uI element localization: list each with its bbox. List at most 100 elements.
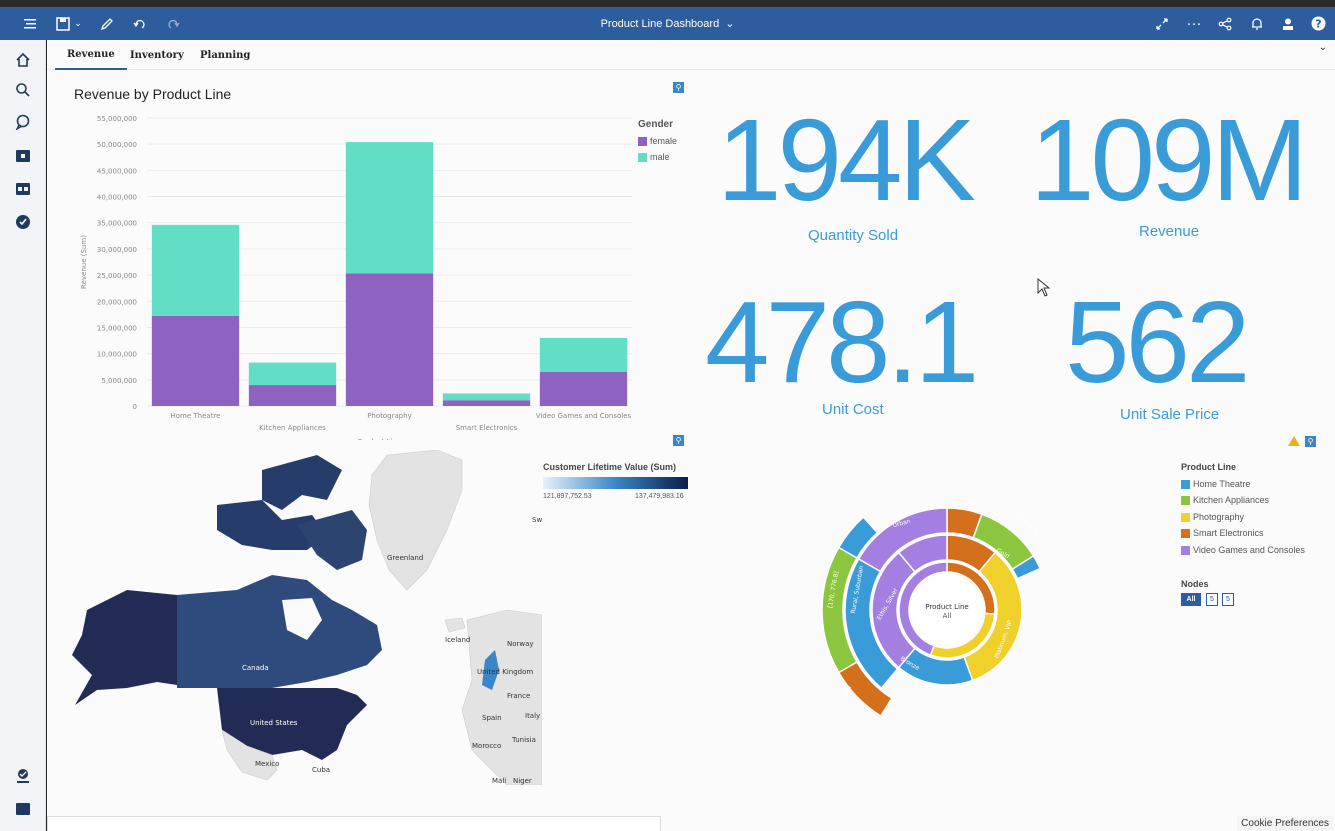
sunburst-svg[interactable]: Product LineAllUrbanGoldPlatinum, VIPBro… [797,492,1097,732]
panel-icon[interactable] [0,794,46,824]
nodes-5b-button[interactable]: 5 [1222,593,1234,606]
map-label-sweden: Sw [532,516,542,524]
y-tick-label: 40,000,000 [97,194,137,202]
pencil-icon[interactable] [97,7,117,40]
bar-male[interactable] [345,142,434,274]
bar-female[interactable] [442,400,531,406]
bell-icon[interactable] [1247,7,1267,40]
share-icon[interactable] [1215,7,1235,40]
expand-icon[interactable] [1152,7,1172,40]
sunburst-label-lt170-top: < 170 [958,500,977,507]
y-tick-label: 10,000,000 [97,351,137,359]
sunburst-center-sub: All [943,612,952,620]
y-tick-label: 50,000,000 [97,141,137,149]
y-tick-label: 5,000,000 [101,377,137,385]
legend-swatch [1181,495,1190,505]
sunburst-center-title: Product Line [925,603,968,611]
legend-item-photography[interactable]: Photography [1181,512,1244,522]
user-badge-icon[interactable] [0,761,46,791]
bar-chart-widget[interactable]: ⚲ Revenue by Product Line 0 5,000,000 10,0… [47,70,687,460]
bar-male[interactable] [539,337,628,372]
team-folder-icon[interactable] [0,174,46,204]
undo-icon[interactable] [130,7,150,40]
x-tick-label: Smart Electronics [456,424,518,432]
bar-female[interactable] [248,385,337,406]
legend-item-female[interactable]: female [638,136,677,146]
map-widget[interactable]: ⚲ Greenland Iceland Canada United States… [47,432,688,792]
y-tick-label: 30,000,000 [97,246,137,254]
map-legend-gradient [543,477,688,489]
kpi-unit-sale-price-value: 562 [1065,277,1251,407]
map-label-mexico: Mexico [255,760,279,768]
y-tick-label: 15,000,000 [97,324,137,332]
bar-legend-title: Gender [638,119,674,130]
cookie-preferences-link[interactable]: Cookie Preferences [1237,816,1333,831]
legend-label: Video Games and Consoles [1193,545,1305,555]
legend-item-home-theatre[interactable]: Home Theatre [1181,479,1250,489]
warning-icon[interactable] [1288,436,1300,446]
app-window: ⌄ Product Line Dashboard ⌄ ··· ? Revenue… [0,0,1335,831]
map-label-tunisia: Tunisia [511,736,536,744]
y-tick-label: 55,000,000 [97,115,137,123]
legend-label: male [650,152,670,162]
bar-male[interactable] [151,224,240,316]
legend-item-male[interactable]: male [638,152,670,162]
bar-female[interactable] [151,315,240,406]
y-tick-label: 35,000,000 [97,220,137,228]
map-label-united-kingdom: United Kingdom [477,668,533,676]
y-tick-label: 20,000,000 [97,298,137,306]
kpi-quantity-sold-label: Quantity Sold [808,227,899,244]
bar-female[interactable] [539,371,628,406]
legend-item-kitchen-appliances[interactable]: Kitchen Appliances [1181,495,1269,505]
legend-swatch [1181,545,1190,555]
map-label-niger: Niger [513,777,532,785]
chevron-down-icon[interactable]: ⌄ [72,7,84,40]
home-icon[interactable] [0,45,46,75]
user-icon[interactable] [1278,7,1298,40]
title-chevron-icon[interactable]: ⌄ [725,17,734,30]
sunburst-label-lt170-left: < 170 [838,684,853,704]
menu-icon[interactable] [20,7,40,40]
nodes-title: Nodes [1181,579,1209,589]
legend-item-smart-electronics[interactable]: Smart Electronics [1181,528,1264,538]
map-legend-max: 137,479,983.16 [635,493,684,500]
folder-icon[interactable] [0,141,46,171]
nodes-all-button[interactable]: All [1181,593,1201,606]
tab-planning[interactable]: Planning [200,40,250,70]
chat-icon[interactable] [0,107,46,137]
redo-icon[interactable] [163,7,183,40]
save-icon[interactable] [54,7,72,40]
legend-label: Kitchen Appliances [1193,495,1270,505]
pin-icon[interactable]: ⚲ [1305,436,1316,447]
pin-icon[interactable]: ⚲ [673,435,684,446]
legend-label: Smart Electronics [1193,528,1264,538]
sunburst-widget[interactable]: ⚲ Product Line All Urban Gold Platinum, VIP B… [687,432,1335,792]
tab-overflow-chevron-icon[interactable]: ⌄ [1319,42,1327,53]
recent-icon[interactable] [0,207,46,237]
map-label-cuba: Cuba [312,766,330,774]
bar-female[interactable] [345,273,434,406]
nodes-5-button[interactable]: 5 [1206,593,1218,606]
x-tick-label: Kitchen Appliances [259,424,326,432]
y-tick-label: 0 [133,403,137,411]
map-label-united-states: United States [250,719,298,727]
map-svg[interactable]: Greenland Iceland Canada United States N… [67,450,542,785]
kpi-revenue-label: Revenue [1139,223,1200,240]
pin-icon[interactable]: ⚲ [673,82,684,93]
help-icon[interactable]: ? [1308,7,1328,40]
tab-revenue[interactable]: Revenue [55,40,127,70]
bar-male[interactable] [248,362,337,386]
sunburst-legend-title: Product Line [1181,462,1237,472]
bottom-panel-tab[interactable] [47,816,661,831]
x-tick-label: Home Theatre [171,412,221,420]
tab-bar: Revenue Inventory Planning ⌄ [47,40,1335,70]
tab-inventory[interactable]: Inventory [130,40,184,70]
y-tick-label: 25,000,000 [97,272,137,280]
bar-male[interactable] [442,393,531,401]
search-icon[interactable] [0,75,46,105]
kpi-widget[interactable]: 194K Quantity Sold 109M Revenue 478.1 Un… [687,70,1335,460]
kpi-unit-cost-value: 478.1 [705,277,979,407]
dashboard-title[interactable]: Product Line Dashboard [601,18,720,30]
more-icon[interactable]: ··· [1184,7,1204,40]
legend-item-video-games[interactable]: Video Games and Consoles [1181,545,1305,555]
